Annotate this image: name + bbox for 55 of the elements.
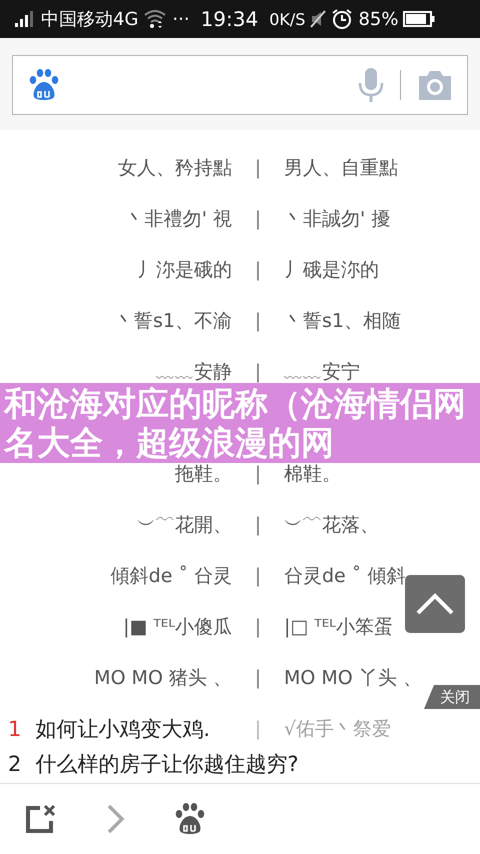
- separator-text: |: [254, 616, 262, 638]
- nickname-text: 丶誓s1、相随: [284, 308, 402, 334]
- nickname-text: 㕣灵de ˚ 傾斜: [284, 564, 406, 588]
- separator-text: |: [254, 258, 262, 280]
- suggestion-item[interactable]: 1 如何让小鸡变大鸡.: [0, 711, 210, 746]
- nickname-text: 丶誓s1、不渝: [114, 308, 232, 334]
- separator-text: |: [254, 514, 262, 536]
- nickname-text: |□ ᵀᴱᴸ小笨蛋: [284, 614, 394, 640]
- nickname-text: ︶﹋花開、: [136, 512, 232, 538]
- search-field[interactable]: [12, 55, 468, 115]
- separator-text: |: [254, 360, 262, 382]
- nickname-text: ﹏﹏安静: [155, 360, 232, 384]
- separator-text: |: [254, 208, 262, 230]
- close-tag[interactable]: 关闭: [424, 685, 480, 709]
- banner-title: 和沧海对应的昵称（沧海情侣网名大全，超级浪漫的网: [4, 384, 467, 462]
- muted-icon: [310, 9, 326, 29]
- nickname-text: 傾斜de ˚ 㕣灵: [110, 564, 232, 588]
- separator-text: |: [254, 156, 262, 178]
- clock: 19:34: [200, 7, 258, 31]
- separator-text: |: [254, 718, 262, 740]
- wifi-icon: [143, 9, 168, 29]
- nickname-text: 丿硪是沵的: [284, 258, 380, 282]
- nickname-text: √佑手丶祭爱: [284, 716, 392, 742]
- nickname-text: |■ ᵀᴱᴸ小傻瓜: [122, 614, 232, 640]
- camera-icon[interactable]: [417, 69, 453, 101]
- nickname-text: ﹏﹏安宁: [284, 360, 361, 384]
- alarm-icon: [331, 8, 354, 30]
- separator-text: |: [254, 666, 262, 688]
- microphone-icon[interactable]: [358, 67, 384, 103]
- nickname-text: 女人、矜持點: [117, 156, 232, 180]
- more-indicator: ···: [172, 8, 190, 30]
- nickname-text: 男人、自重點: [284, 156, 399, 180]
- chevron-up-icon: [415, 592, 455, 616]
- carrier-name: 中国移动4G: [41, 8, 138, 31]
- close-tab-icon[interactable]: [24, 803, 58, 835]
- battery-icon: [403, 11, 436, 27]
- paw-logo-icon: [29, 68, 59, 102]
- nickname-text: 棉鞋。: [284, 462, 342, 486]
- nickname-text: ︶﹋花落、: [284, 512, 380, 538]
- separator-text: |: [254, 564, 262, 586]
- network-speed: 0K/S: [269, 10, 306, 28]
- paw-home-icon[interactable]: [174, 802, 206, 836]
- scroll-top-button[interactable]: [405, 575, 465, 633]
- nickname-text: MO MO 丫头 、: [284, 666, 423, 690]
- suggestion-item[interactable]: 2 什么样的房子让你越住越穷?: [0, 746, 299, 781]
- nickname-text: MO MO 猪头 、: [93, 666, 232, 690]
- nickname-text: 丶非禮勿' 視: [124, 206, 232, 232]
- signal-icon: [14, 10, 36, 28]
- separator-text: |: [254, 462, 262, 484]
- nickname-text: 丶非誠勿' 擾: [284, 206, 392, 232]
- battery-percent: 85%: [358, 8, 398, 30]
- nickname-text: 拖鞋。: [174, 462, 232, 486]
- nickname-text: 丿沵是硪的: [136, 258, 232, 282]
- forward-icon[interactable]: [106, 803, 126, 835]
- separator-text: |: [254, 310, 262, 332]
